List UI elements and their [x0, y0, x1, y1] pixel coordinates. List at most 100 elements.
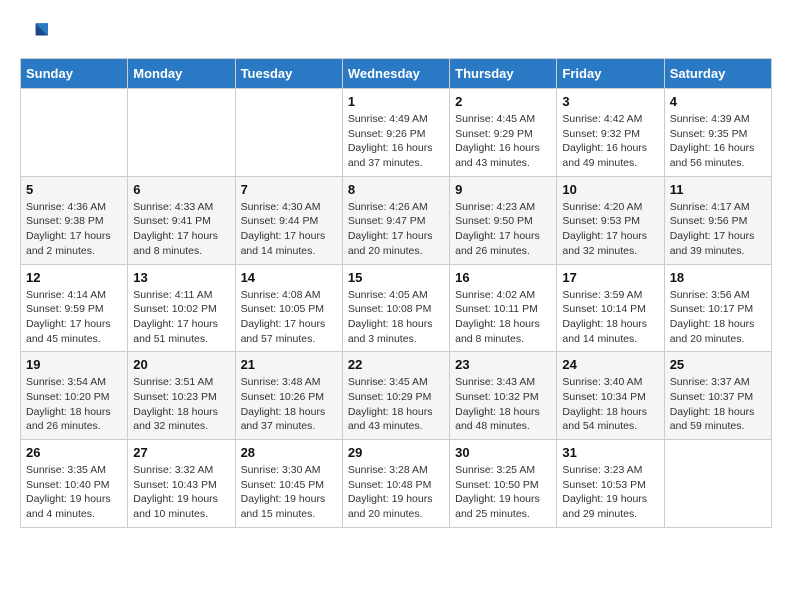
day-number: 1 [348, 94, 444, 109]
calendar-cell: 26 Sunrise: 3:35 AM Sunset: 10:40 PM Dayl… [21, 440, 128, 528]
calendar-cell: 5 Sunrise: 4:36 AM Sunset: 9:38 PM Daylig… [21, 176, 128, 264]
day-number: 8 [348, 182, 444, 197]
calendar-cell: 12Sunrise: 4:14 AM Sunset: 9:59 PM Dayli… [21, 264, 128, 352]
day-number: 26 [26, 445, 122, 460]
calendar-cell: 13 Sunrise: 4:11 AM Sunset: 10:02 PM Dayl… [128, 264, 235, 352]
day-info: Sunrise: 4:23 AM Sunset: 9:50 PM Dayligh… [455, 200, 551, 259]
day-number: 11 [670, 182, 766, 197]
calendar-cell: 27 Sunrise: 3:32 AM Sunset: 10:43 PM Dayl… [128, 440, 235, 528]
calendar-cell: 3 Sunrise: 4:42 AM Sunset: 9:32 PM Daylig… [557, 89, 664, 177]
day-number: 13 [133, 270, 229, 285]
day-info: Sunrise: 4:49 AM Sunset: 9:26 PM Dayligh… [348, 112, 444, 171]
calendar-week-row: 26 Sunrise: 3:35 AM Sunset: 10:40 PM Dayl… [21, 440, 772, 528]
calendar-cell: 23 Sunrise: 3:43 AM Sunset: 10:32 PM Dayl… [450, 352, 557, 440]
day-number: 25 [670, 357, 766, 372]
day-number: 9 [455, 182, 551, 197]
day-info: Sunrise: 3:35 AM Sunset: 10:40 PM Daylig… [26, 463, 122, 522]
day-info: Sunrise: 4:42 AM Sunset: 9:32 PM Dayligh… [562, 112, 658, 171]
day-info: Sunrise: 4:20 AM Sunset: 9:53 PM Dayligh… [562, 200, 658, 259]
day-info: Sunrise: 4:05 AM Sunset: 10:08 PM Daylig… [348, 288, 444, 347]
calendar-cell: 1 Sunrise: 4:49 AM Sunset: 9:26 PM Daylig… [342, 89, 449, 177]
calendar-cell [664, 440, 771, 528]
day-number: 27 [133, 445, 229, 460]
calendar-cell: 11 Sunrise: 4:17 AM Sunset: 9:56 PM Dayli… [664, 176, 771, 264]
day-info: Sunrise: 3:43 AM Sunset: 10:32 PM Daylig… [455, 375, 551, 434]
day-number: 15 [348, 270, 444, 285]
day-number: 29 [348, 445, 444, 460]
day-info: Sunrise: 3:59 AM Sunset: 10:14 PM Daylig… [562, 288, 658, 347]
day-header-saturday: Saturday [664, 59, 771, 89]
day-info: Sunrise: 4:39 AM Sunset: 9:35 PM Dayligh… [670, 112, 766, 171]
calendar-cell: 10 Sunrise: 4:20 AM Sunset: 9:53 PM Dayli… [557, 176, 664, 264]
logo [20, 20, 52, 48]
day-info: Sunrise: 3:48 AM Sunset: 10:26 PM Daylig… [241, 375, 337, 434]
day-info: Sunrise: 4:30 AM Sunset: 9:44 PM Dayligh… [241, 200, 337, 259]
day-number: 21 [241, 357, 337, 372]
calendar-week-row: 19Sunrise: 3:54 AM Sunset: 10:20 PM Dayl… [21, 352, 772, 440]
calendar-cell [235, 89, 342, 177]
calendar-week-row: 5 Sunrise: 4:36 AM Sunset: 9:38 PM Daylig… [21, 176, 772, 264]
day-number: 16 [455, 270, 551, 285]
day-header-monday: Monday [128, 59, 235, 89]
day-number: 6 [133, 182, 229, 197]
calendar-week-row: 12Sunrise: 4:14 AM Sunset: 9:59 PM Dayli… [21, 264, 772, 352]
day-header-tuesday: Tuesday [235, 59, 342, 89]
calendar-week-row: 1 Sunrise: 4:49 AM Sunset: 9:26 PM Daylig… [21, 89, 772, 177]
calendar-cell: 7Sunrise: 4:30 AM Sunset: 9:44 PM Daylig… [235, 176, 342, 264]
day-number: 20 [133, 357, 229, 372]
calendar-cell: 14 Sunrise: 4:08 AM Sunset: 10:05 PM Dayl… [235, 264, 342, 352]
calendar-cell: 28Sunrise: 3:30 AM Sunset: 10:45 PM Dayl… [235, 440, 342, 528]
day-info: Sunrise: 4:36 AM Sunset: 9:38 PM Dayligh… [26, 200, 122, 259]
day-number: 28 [241, 445, 337, 460]
day-header-wednesday: Wednesday [342, 59, 449, 89]
calendar-cell: 22 Sunrise: 3:45 AM Sunset: 10:29 PM Dayl… [342, 352, 449, 440]
day-header-friday: Friday [557, 59, 664, 89]
calendar-cell: 9 Sunrise: 4:23 AM Sunset: 9:50 PM Daylig… [450, 176, 557, 264]
day-info: Sunrise: 3:37 AM Sunset: 10:37 PM Daylig… [670, 375, 766, 434]
day-info: Sunrise: 4:26 AM Sunset: 9:47 PM Dayligh… [348, 200, 444, 259]
calendar-cell: 4 Sunrise: 4:39 AM Sunset: 9:35 PM Daylig… [664, 89, 771, 177]
day-info: Sunrise: 4:17 AM Sunset: 9:56 PM Dayligh… [670, 200, 766, 259]
calendar-cell: 18 Sunrise: 3:56 AM Sunset: 10:17 PM Dayl… [664, 264, 771, 352]
day-info: Sunrise: 3:28 AM Sunset: 10:48 PM Daylig… [348, 463, 444, 522]
day-number: 5 [26, 182, 122, 197]
day-number: 31 [562, 445, 658, 460]
calendar-header-row: SundayMondayTuesdayWednesdayThursdayFrid… [21, 59, 772, 89]
day-info: Sunrise: 3:51 AM Sunset: 10:23 PM Daylig… [133, 375, 229, 434]
calendar-cell: 16 Sunrise: 4:02 AM Sunset: 10:11 PM Dayl… [450, 264, 557, 352]
calendar-cell: 20 Sunrise: 3:51 AM Sunset: 10:23 PM Dayl… [128, 352, 235, 440]
calendar-cell: 17 Sunrise: 3:59 AM Sunset: 10:14 PM Dayl… [557, 264, 664, 352]
day-info: Sunrise: 3:25 AM Sunset: 10:50 PM Daylig… [455, 463, 551, 522]
calendar-cell [21, 89, 128, 177]
day-number: 10 [562, 182, 658, 197]
calendar-cell: 30 Sunrise: 3:25 AM Sunset: 10:50 PM Dayl… [450, 440, 557, 528]
day-number: 2 [455, 94, 551, 109]
calendar-cell: 29 Sunrise: 3:28 AM Sunset: 10:48 PM Dayl… [342, 440, 449, 528]
day-info: Sunrise: 4:33 AM Sunset: 9:41 PM Dayligh… [133, 200, 229, 259]
day-info: Sunrise: 3:45 AM Sunset: 10:29 PM Daylig… [348, 375, 444, 434]
day-number: 30 [455, 445, 551, 460]
calendar-cell: 25 Sunrise: 3:37 AM Sunset: 10:37 PM Dayl… [664, 352, 771, 440]
day-info: Sunrise: 4:08 AM Sunset: 10:05 PM Daylig… [241, 288, 337, 347]
day-info: Sunrise: 4:45 AM Sunset: 9:29 PM Dayligh… [455, 112, 551, 171]
calendar-cell: 31Sunrise: 3:23 AM Sunset: 10:53 PM Dayl… [557, 440, 664, 528]
day-header-sunday: Sunday [21, 59, 128, 89]
day-number: 4 [670, 94, 766, 109]
day-number: 3 [562, 94, 658, 109]
day-number: 17 [562, 270, 658, 285]
day-info: Sunrise: 4:11 AM Sunset: 10:02 PM Daylig… [133, 288, 229, 347]
day-number: 18 [670, 270, 766, 285]
calendar-cell: 21 Sunrise: 3:48 AM Sunset: 10:26 PM Dayl… [235, 352, 342, 440]
calendar-table: SundayMondayTuesdayWednesdayThursdayFrid… [20, 58, 772, 528]
day-info: Sunrise: 3:56 AM Sunset: 10:17 PM Daylig… [670, 288, 766, 347]
day-info: Sunrise: 3:40 AM Sunset: 10:34 PM Daylig… [562, 375, 658, 434]
calendar-cell [128, 89, 235, 177]
day-info: Sunrise: 3:32 AM Sunset: 10:43 PM Daylig… [133, 463, 229, 522]
day-number: 24 [562, 357, 658, 372]
day-info: Sunrise: 4:02 AM Sunset: 10:11 PM Daylig… [455, 288, 551, 347]
day-number: 23 [455, 357, 551, 372]
day-info: Sunrise: 4:14 AM Sunset: 9:59 PM Dayligh… [26, 288, 122, 347]
day-number: 22 [348, 357, 444, 372]
calendar-cell: 19Sunrise: 3:54 AM Sunset: 10:20 PM Dayl… [21, 352, 128, 440]
day-number: 14 [241, 270, 337, 285]
